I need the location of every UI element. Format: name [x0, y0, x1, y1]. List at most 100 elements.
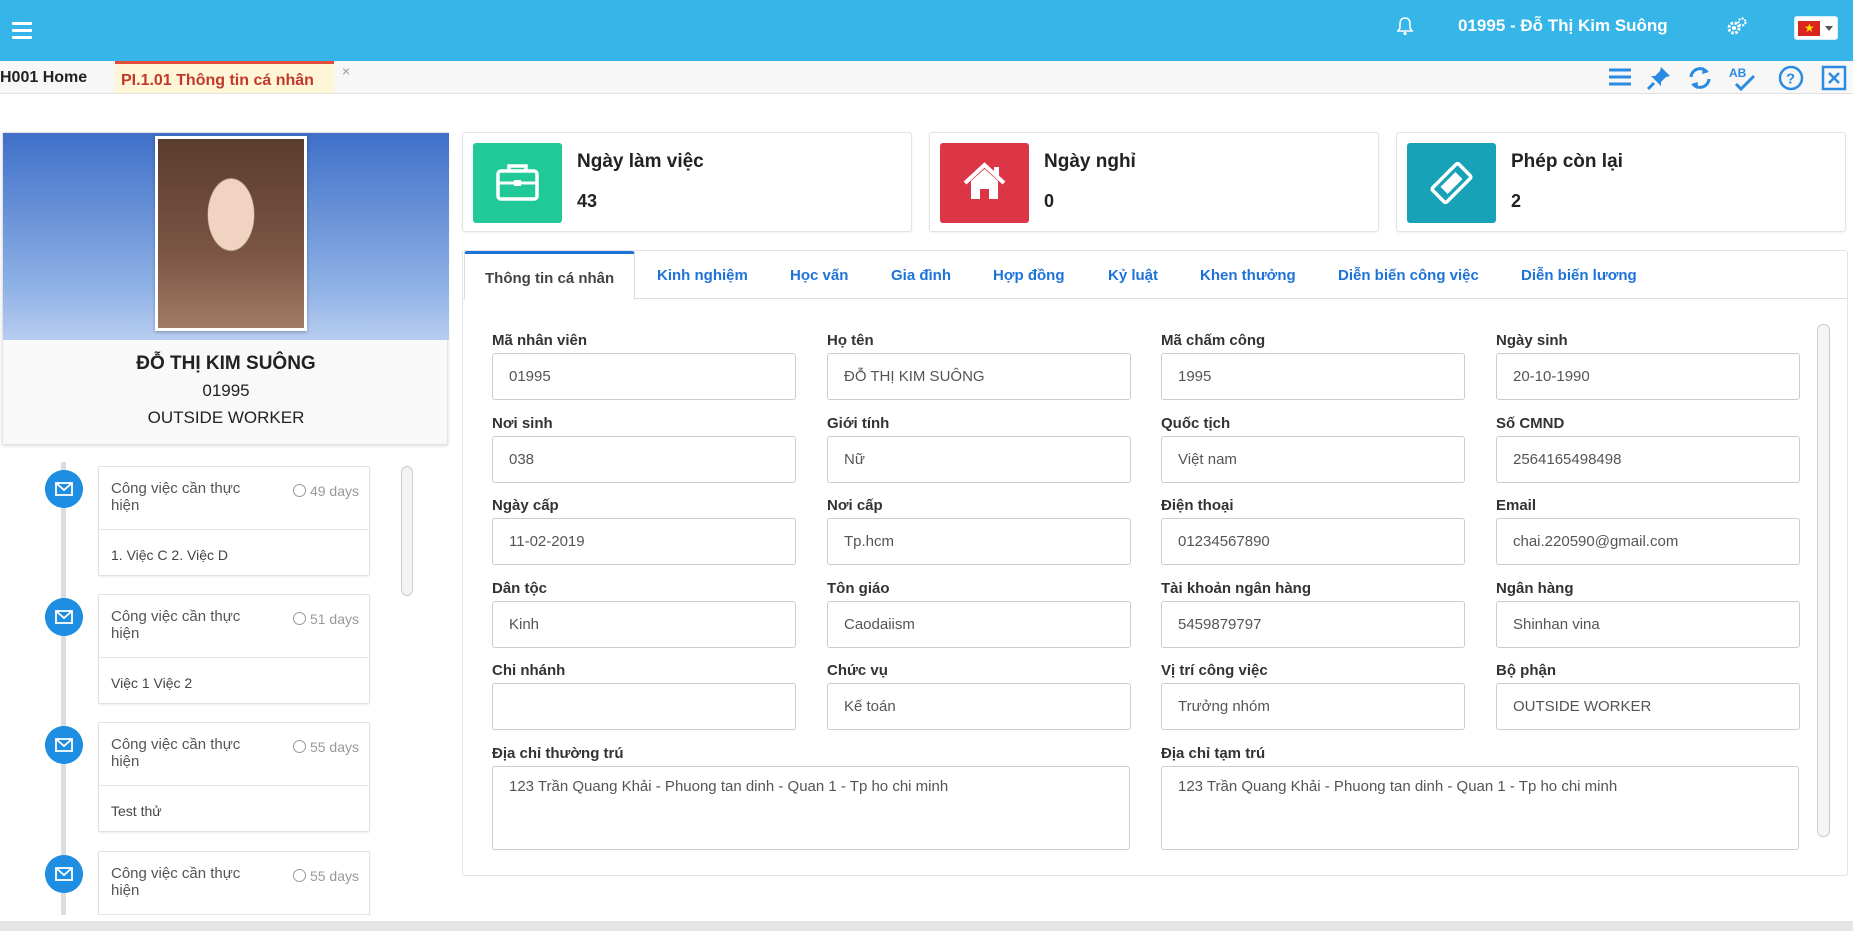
label-phone: Điện thoại: [1161, 497, 1234, 514]
tab-education[interactable]: Học vấn: [790, 267, 848, 284]
label-ethnicity: Dân tộc: [492, 580, 548, 597]
branch-field[interactable]: [492, 683, 796, 730]
full-name-field[interactable]: ĐỖ THỊ KIM SUÔNG: [827, 353, 1131, 400]
avatar: [155, 136, 307, 331]
nationality-field[interactable]: Việt nam: [1161, 436, 1465, 483]
detail-panel: Thông tin cá nhân Kinh nghiệm Học vấn Gi…: [462, 250, 1848, 876]
position-field[interactable]: Kế toán: [827, 683, 1131, 730]
stat-label: Ngày nghỉ: [1044, 151, 1136, 172]
gender-field[interactable]: Nữ: [827, 436, 1131, 483]
clock-icon: [292, 869, 306, 882]
profile-name: ĐỖ THỊ KIM SUÔNG: [136, 353, 316, 374]
panel-scrollbar[interactable]: [1817, 324, 1830, 837]
tab-bar: H001 Home PI.1.01 Thông tin cá nhân ×: [0, 61, 1853, 94]
hamburger-icon[interactable]: [12, 22, 32, 40]
timeline-time-text: 49 days: [309, 483, 359, 499]
temporary-address-field[interactable]: 123 Trần Quang Khải - Phuong tan dinh - …: [1161, 766, 1799, 850]
timeline-card: Công việc cần thực hiện 55 days Test thử: [98, 722, 370, 832]
horizontal-scrollbar[interactable]: [0, 921, 1853, 931]
briefcase-icon: [473, 143, 562, 223]
detail-tabs: Thông tin cá nhân Kinh nghiệm Học vấn Gi…: [463, 251, 1847, 300]
tab-contract[interactable]: Hợp đồng: [993, 267, 1064, 284]
tab-close-icon[interactable]: ×: [342, 63, 350, 79]
religion-field[interactable]: Caodaiism: [827, 601, 1131, 648]
label-full-name: Họ tên: [827, 332, 874, 349]
label-temporary-address: Địa chỉ tạm trú: [1161, 745, 1266, 762]
bank-field[interactable]: Shinhan vina: [1496, 601, 1800, 648]
stat-label: Phép còn lại: [1511, 151, 1623, 172]
label-gender: Giới tính: [827, 415, 890, 432]
issue-place-field[interactable]: Tp.hcm: [827, 518, 1131, 565]
tab-experience[interactable]: Kinh nghiệm: [657, 267, 748, 284]
stat-leave-remaining: Phép còn lại 2: [1396, 132, 1846, 232]
stat-days-off: Ngày nghỉ 0: [929, 132, 1379, 232]
tab-work-history[interactable]: Diễn biến công việc: [1338, 267, 1479, 284]
spellcheck-icon[interactable]: AB: [1728, 64, 1756, 92]
department-field[interactable]: OUTSIDE WORKER: [1496, 683, 1800, 730]
svg-text:?: ?: [1786, 71, 1795, 88]
timeline-title: Công việc cần thực hiện: [111, 736, 241, 770]
gears-icon[interactable]: [1726, 16, 1748, 38]
email-field[interactable]: chai.220590@gmail.com: [1496, 518, 1800, 565]
label-branch: Chi nhánh: [492, 662, 566, 679]
list-icon[interactable]: [1606, 64, 1634, 92]
employee-code-field[interactable]: 01995: [492, 353, 796, 400]
timeline-card: Công việc cần thực hiện 55 days: [98, 851, 370, 915]
timeline-separator: [99, 657, 369, 658]
profile-code: 01995: [202, 381, 250, 400]
help-icon[interactable]: ?: [1777, 64, 1805, 92]
stat-value: 0: [1044, 191, 1055, 211]
stat-value: 2: [1511, 191, 1522, 211]
label-employee-code: Mã nhân viên: [492, 332, 588, 349]
task-timeline: Công việc cần thực hiện 49 days 1. Việc …: [40, 462, 420, 915]
vietnam-flag-icon[interactable]: ★: [1794, 16, 1838, 40]
tab-home[interactable]: H001 Home: [0, 69, 87, 87]
phone-field[interactable]: 01234567890: [1161, 518, 1465, 565]
tab-discipline[interactable]: Kỷ luật: [1108, 267, 1158, 284]
timeline-title: Công việc cần thực hiện: [111, 480, 241, 514]
timeline-body: 1. Việc C 2. Việc D: [111, 547, 228, 563]
ethnicity-field[interactable]: Kinh: [492, 601, 796, 648]
timeline-body: Việc 1 Việc 2: [111, 675, 193, 691]
ticket-icon: [1407, 143, 1496, 223]
birth-place-field[interactable]: 038: [492, 436, 796, 483]
timeline-card: Công việc cần thực hiện 51 days Việc 1 V…: [98, 594, 370, 704]
pin-icon[interactable]: [1645, 64, 1673, 92]
envelope-icon: [45, 598, 83, 636]
tab-salary-history[interactable]: Diễn biến lương: [1521, 267, 1637, 284]
timeline-separator: [99, 529, 369, 530]
tab-rewards[interactable]: Khen thưởng: [1200, 267, 1296, 284]
tab-personal-info[interactable]: PI.1.01 Thông tin cá nhân: [115, 61, 334, 93]
label-birth-date: Ngày sinh: [1496, 332, 1568, 349]
stat-label: Ngày làm việc: [577, 151, 704, 172]
id-number-field[interactable]: 2564165498498: [1496, 436, 1800, 483]
refresh-icon[interactable]: [1686, 64, 1714, 92]
label-religion: Tôn giáo: [827, 580, 890, 597]
home-icon: [940, 143, 1029, 223]
timeline-time: 55 days: [292, 739, 359, 755]
envelope-icon: [45, 855, 83, 893]
issue-date-field[interactable]: 11-02-2019: [492, 518, 796, 565]
bank-account-field[interactable]: 5459879797: [1161, 601, 1465, 648]
permanent-address-field[interactable]: 123 Trần Quang Khải - Phuong tan dinh - …: [492, 766, 1130, 850]
close-window-icon[interactable]: [1820, 64, 1848, 92]
label-id-number: Số CMND: [1496, 415, 1565, 432]
timekeeping-code-field[interactable]: 1995: [1161, 353, 1465, 400]
timeline-time-text: 51 days: [309, 611, 359, 627]
timeline-scrollbar[interactable]: [401, 466, 413, 596]
timeline-line: [61, 462, 66, 915]
birth-date-field[interactable]: 20-10-1990: [1496, 353, 1800, 400]
bell-icon[interactable]: [1396, 16, 1414, 36]
job-title-field[interactable]: Trưởng nhóm: [1161, 683, 1465, 730]
timeline-time: 51 days: [292, 611, 359, 627]
profile-card: ĐỖ THỊ KIM SUÔNG 01995 OUTSIDE WORKER: [2, 132, 449, 445]
label-issue-place: Nơi cấp: [827, 497, 883, 514]
label-bank: Ngân hàng: [1496, 580, 1574, 597]
label-job-title: Vị trí công việc: [1161, 662, 1268, 679]
tab-personal-details[interactable]: Thông tin cá nhân: [464, 251, 636, 300]
envelope-icon: [45, 726, 83, 764]
label-nationality: Quốc tịch: [1161, 415, 1231, 432]
label-department: Bộ phận: [1496, 662, 1556, 679]
user-menu[interactable]: 01995 - Đỗ Thị Kim Suông: [1458, 16, 1668, 36]
tab-family[interactable]: Gia đình: [891, 267, 951, 284]
